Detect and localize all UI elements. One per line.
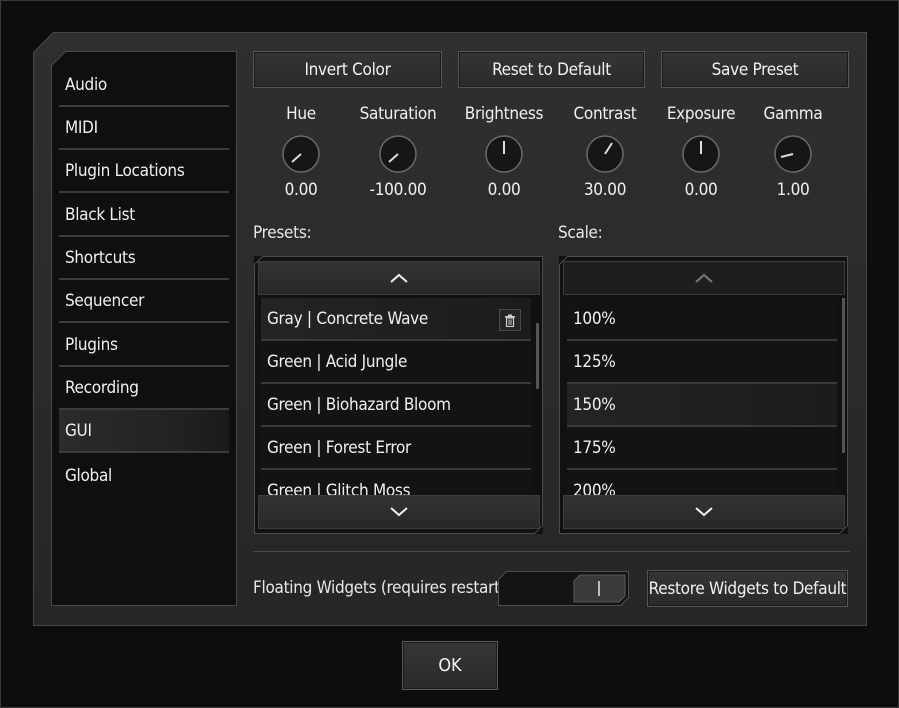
reset-to-default-button[interactable]: Reset to Default xyxy=(458,51,645,88)
sidebar-item-midi[interactable]: MIDI xyxy=(59,107,229,150)
preset-label: Green | Glitch Moss xyxy=(267,480,411,496)
sidebar-item-label: Plugins xyxy=(65,334,118,355)
save-preset-button[interactable]: Save Preset xyxy=(661,51,849,88)
exposure-control: Exposure 0.00 xyxy=(656,104,746,200)
scale-scroll-up-button[interactable] xyxy=(563,261,845,295)
invert-color-button[interactable]: Invert Color xyxy=(253,51,442,88)
sidebar-item-label: GUI xyxy=(65,420,92,441)
scale-scrollbar[interactable] xyxy=(842,298,845,453)
hue-label: Hue xyxy=(286,104,316,124)
contrast-label: Contrast xyxy=(573,104,637,124)
scale-option-label: 150% xyxy=(573,394,616,415)
exposure-value: 0.00 xyxy=(684,180,718,200)
brightness-knob[interactable] xyxy=(484,134,524,174)
sidebar-item-label: Shortcuts xyxy=(65,247,136,268)
presets-label: Presets: xyxy=(253,223,312,243)
hue-value: 0.00 xyxy=(284,180,318,200)
scale-list-viewport: 100% 125% 150% 175% 200% xyxy=(567,298,837,495)
gamma-label: Gamma xyxy=(763,104,823,124)
sidebar-item-label: Global xyxy=(65,465,112,486)
hue-control: Hue 0.00 xyxy=(256,104,346,200)
contrast-knob[interactable] xyxy=(585,134,625,174)
floating-widgets-toggle[interactable] xyxy=(498,571,629,606)
scale-option-label: 125% xyxy=(573,351,616,372)
ok-button[interactable]: OK xyxy=(402,641,498,690)
list-item[interactable]: 175% xyxy=(567,427,837,470)
scale-label: Scale: xyxy=(558,223,603,243)
floating-widgets-label: Floating Widgets (requires restart): xyxy=(253,578,511,598)
sidebar-item-label: Plugin Locations xyxy=(65,160,185,181)
list-item[interactable]: Green | Biohazard Bloom xyxy=(261,384,531,427)
gamma-value: 1.00 xyxy=(776,180,810,200)
list-item[interactable]: Gray | Concrete Wave xyxy=(261,298,531,341)
preset-label: Green | Biohazard Bloom xyxy=(267,394,451,415)
sidebar-item-black-list[interactable]: Black List xyxy=(59,194,229,237)
exposure-label: Exposure xyxy=(666,104,736,124)
list-item[interactable]: Green | Forest Error xyxy=(261,427,531,470)
delete-preset-button[interactable] xyxy=(499,309,521,331)
list-item[interactable]: Green | Glitch Moss xyxy=(261,470,531,496)
chevron-up-icon xyxy=(695,273,713,283)
scale-scroll-down-button[interactable] xyxy=(563,495,845,529)
list-item[interactable]: 100% xyxy=(567,298,837,341)
brightness-control: Brightness 0.00 xyxy=(459,104,549,200)
brightness-label: Brightness xyxy=(464,104,544,124)
chevron-up-icon xyxy=(390,273,408,283)
scale-option-label: 100% xyxy=(573,308,616,329)
sidebar-item-label: Sequencer xyxy=(65,290,145,311)
brightness-value: 0.00 xyxy=(487,180,521,200)
gamma-control: Gamma 1.00 xyxy=(748,104,838,200)
scale-option-label: 175% xyxy=(573,437,616,458)
hue-knob[interactable] xyxy=(281,134,321,174)
sidebar-item-label: Black List xyxy=(65,204,135,225)
list-item[interactable]: Green | Acid Jungle xyxy=(261,341,531,384)
sidebar-item-sequencer[interactable]: Sequencer xyxy=(59,280,229,323)
sidebar-item-plugins[interactable]: Plugins xyxy=(59,324,229,367)
scale-option-label: 200% xyxy=(573,480,616,496)
sidebar-item-global[interactable]: Global xyxy=(59,454,229,497)
contrast-value: 30.00 xyxy=(583,180,627,200)
sidebar-item-plugin-locations[interactable]: Plugin Locations xyxy=(59,150,229,193)
sidebar-item-audio[interactable]: Audio xyxy=(59,64,229,107)
list-item[interactable]: 200% xyxy=(567,470,837,496)
preset-label: Gray | Concrete Wave xyxy=(267,308,429,329)
restore-widgets-button[interactable]: Restore Widgets to Default xyxy=(647,570,848,607)
exposure-knob[interactable] xyxy=(681,134,721,174)
list-item[interactable]: 150% xyxy=(567,384,837,427)
chevron-down-icon xyxy=(695,507,713,517)
sidebar-item-gui[interactable]: GUI xyxy=(59,410,229,453)
saturation-knob[interactable] xyxy=(378,134,418,174)
sidebar-item-shortcuts[interactable]: Shortcuts xyxy=(59,237,229,280)
presets-scrollbar[interactable] xyxy=(536,323,539,389)
saturation-control: Saturation -100.00 xyxy=(353,104,443,200)
preset-label: Green | Forest Error xyxy=(267,437,412,458)
presets-scroll-up-button[interactable] xyxy=(258,261,540,295)
chevron-down-icon xyxy=(390,507,408,517)
contrast-control: Contrast 30.00 xyxy=(560,104,650,200)
trash-icon xyxy=(505,314,515,327)
list-item[interactable]: 125% xyxy=(567,341,837,384)
sidebar-item-label: MIDI xyxy=(65,117,98,138)
saturation-label: Saturation xyxy=(359,104,437,124)
gamma-knob[interactable] xyxy=(773,134,813,174)
presets-scroll-down-button[interactable] xyxy=(258,495,540,529)
sidebar-item-recording[interactable]: Recording xyxy=(59,367,229,410)
presets-list-viewport: Gray | Concrete Wave Green | Acid Jungle… xyxy=(261,298,531,495)
saturation-value: -100.00 xyxy=(369,180,427,200)
sidebar-item-label: Recording xyxy=(65,377,139,398)
sidebar-item-label: Audio xyxy=(65,74,107,95)
section-divider xyxy=(253,551,850,552)
preset-label: Green | Acid Jungle xyxy=(267,351,408,372)
